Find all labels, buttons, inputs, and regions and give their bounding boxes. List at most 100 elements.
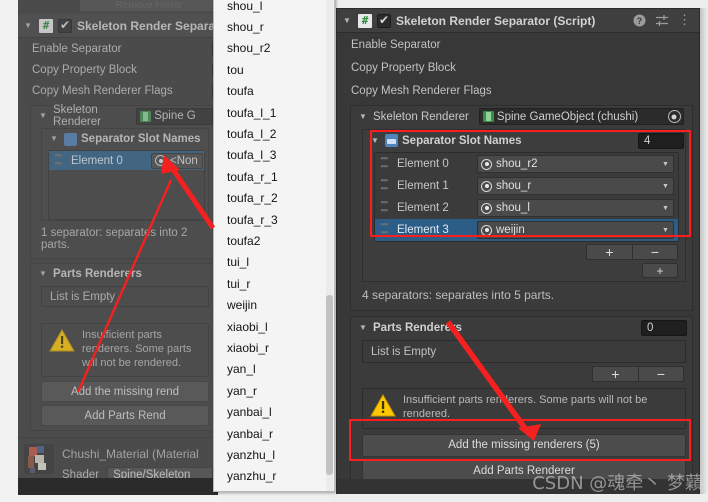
- element-value-popup[interactable]: shou_r2 ▼: [477, 155, 674, 173]
- dropdown-item[interactable]: yanbai_l: [214, 401, 334, 422]
- inline-add-button[interactable]: +: [642, 263, 678, 278]
- dropdown-item[interactable]: tui_l: [214, 252, 334, 273]
- dropdown-item-label: shou_l: [227, 0, 263, 13]
- dropdown-item[interactable]: toufa_l_3: [214, 145, 334, 166]
- left-add-parts-renderer-button[interactable]: Add Parts Rend: [41, 405, 209, 427]
- chevron-down-icon[interactable]: ▼: [661, 161, 670, 168]
- dropdown-item[interactable]: yanzhu_r: [214, 466, 334, 487]
- foldout-arrow-icon[interactable]: ▼: [357, 324, 369, 332]
- parts-add-remove-bar: + −: [351, 363, 692, 385]
- left-prop-copy-property-block[interactable]: Copy Property Block: [18, 59, 218, 80]
- foldout-arrow-icon[interactable]: ▼: [37, 112, 49, 120]
- element-value: <Non: [170, 154, 198, 167]
- table-row[interactable]: ━ ━ Element 2 shou_l ▼: [375, 197, 678, 219]
- prop-copy-mesh-renderer-flags[interactable]: Copy Mesh Renderer Flags: [337, 79, 699, 102]
- foldout-arrow-icon[interactable]: ▼: [357, 112, 369, 121]
- drag-handle-icon[interactable]: ━ ━: [381, 198, 391, 217]
- left-component-header[interactable]: ▼ # Skeleton Render Separator: [18, 14, 218, 38]
- dropdown-item[interactable]: shou_l: [214, 0, 334, 16]
- foldout-arrow-icon[interactable]: ▼: [48, 135, 60, 143]
- dropdown-item[interactable]: xiaobi_r: [214, 337, 334, 358]
- add-missing-renderers-button[interactable]: Add the missing renderers (5): [362, 433, 686, 457]
- dropdown-item[interactable]: toufa_l_2: [214, 123, 334, 144]
- add-slot-button[interactable]: +: [586, 244, 632, 260]
- right-panel-shadow: [700, 8, 708, 494]
- dropdown-item[interactable]: yan_r: [214, 380, 334, 401]
- prop-copy-property-block[interactable]: Copy Property Block: [337, 56, 699, 79]
- dropdown-item[interactable]: toufa_r_1: [214, 166, 334, 187]
- component-enabled-checkbox[interactable]: [377, 13, 391, 28]
- left-skeleton-renderer-box: ▼ Skeleton Renderer Spine G ▼ Separator …: [30, 104, 214, 259]
- dropdown-item-label: yanbai_r: [227, 426, 274, 441]
- element-value-popup[interactable]: shou_l ▼: [477, 199, 674, 217]
- slot-name-dropdown[interactable]: shou_l shou_r shou_r2 tou toufa toufa_l_1 touf…: [213, 0, 335, 492]
- separator-slot-names-header[interactable]: ▼ Separator Slot Names 4: [363, 130, 685, 151]
- dropdown-item[interactable]: weijin: [214, 294, 334, 315]
- dropdown-item[interactable]: toufa: [214, 81, 334, 102]
- dropdown-item[interactable]: toufa_l_1: [214, 102, 334, 123]
- remove-parts-row-button[interactable]: −: [638, 366, 684, 382]
- separator-slot-count-field[interactable]: 4: [638, 132, 684, 149]
- left-prop-copy-mesh-renderer-flags[interactable]: Copy Mesh Renderer Flags: [18, 80, 218, 101]
- dropdown-item[interactable]: toufa_r_3: [214, 209, 334, 230]
- dropdown-item[interactable]: yanzhu_l: [214, 444, 334, 465]
- left-add-missing-renderers-button[interactable]: Add the missing rend: [41, 381, 209, 403]
- kebab-menu-icon[interactable]: ⋮: [678, 13, 691, 27]
- separator-slot-rows: ━ ━ Element 0 shou_r2 ▼ ━ ━ Element 1 shou_r ▼ ━ ━ E…: [375, 153, 678, 241]
- left-separator-slot-names-header[interactable]: ▼ Separator Slot Names: [42, 129, 208, 149]
- chevron-down-icon[interactable]: ▼: [661, 205, 670, 212]
- dropdown-scrollbar-thumb[interactable]: [326, 295, 333, 475]
- drag-handle-icon[interactable]: ━ ━: [55, 150, 65, 169]
- help-icon[interactable]: ?: [633, 14, 646, 27]
- separator-slot-names-label: Separator Slot Names: [402, 134, 522, 147]
- dropdown-item[interactable]: shou_r2: [214, 38, 334, 59]
- dropdown-item[interactable]: tou: [214, 59, 334, 80]
- dropdown-item[interactable]: yanbai_r: [214, 423, 334, 444]
- remove-slot-button[interactable]: −: [632, 244, 678, 260]
- dropdown-item-list[interactable]: shou_l shou_r shou_r2 tou toufa toufa_l_1 touf…: [214, 0, 334, 492]
- dropdown-item[interactable]: toufa2: [214, 230, 334, 251]
- left-warning-text: Insufficient parts renderers. Some parts…: [82, 329, 192, 369]
- component-enabled-checkbox[interactable]: [58, 18, 72, 33]
- parts-renderers-header[interactable]: ▼ Parts Renderers 0: [351, 317, 692, 339]
- skeleton-renderer-header[interactable]: ▼ Skeleton Renderer Spine GameObject (ch…: [351, 106, 692, 127]
- preset-icon[interactable]: [655, 14, 669, 27]
- table-row[interactable]: ━ ━ Element 0 <Non: [49, 150, 204, 170]
- dropdown-item-label: tui_r: [227, 276, 251, 291]
- drag-handle-icon[interactable]: ━ ━: [381, 176, 391, 195]
- parts-renderers-count-field[interactable]: 0: [641, 320, 687, 336]
- object-picker-icon[interactable]: [667, 110, 681, 123]
- foldout-arrow-icon[interactable]: ▼: [341, 16, 353, 25]
- foldout-arrow-icon[interactable]: ▼: [22, 21, 34, 30]
- left-separator-slot-names-box: ▼ Separator Slot Names ━ ━ Element 0 <Non: [41, 128, 209, 221]
- dropdown-item[interactable]: tui_r: [214, 273, 334, 294]
- left-parts-renderers-header[interactable]: ▼ Parts Renderers: [31, 264, 213, 284]
- right-component-header[interactable]: ▼ # Skeleton Render Separator (Script) ?…: [337, 9, 699, 33]
- table-row[interactable]: ━ ━ Element 0 shou_r2 ▼: [375, 153, 678, 175]
- dropdown-item[interactable]: toufa_r_2: [214, 188, 334, 209]
- element-value-popup[interactable]: shou_r ▼: [477, 177, 674, 195]
- drag-handle-icon[interactable]: ━ ━: [381, 220, 391, 239]
- table-row[interactable]: ━ ━ Element 1 shou_r ▼: [375, 175, 678, 197]
- remove-hierarchy-menu-item[interactable]: Remove Hierar: [80, 0, 218, 12]
- right-inspector-panel: ▼ # Skeleton Render Separator (Script) ?…: [336, 8, 700, 494]
- element-value-popup[interactable]: <Non: [151, 152, 203, 169]
- dropdown-item[interactable]: xiaobi_l: [214, 316, 334, 337]
- table-row[interactable]: ━ ━ Element 3 weijin ▼: [375, 219, 678, 241]
- skeleton-renderer-object-field[interactable]: Spine GameObject (chushi): [478, 108, 684, 125]
- drag-handle-icon[interactable]: ━ ━: [381, 154, 391, 173]
- left-prop-enable-separator[interactable]: Enable Separator: [18, 38, 218, 59]
- element-value-popup[interactable]: weijin ▼: [477, 221, 674, 239]
- foldout-arrow-icon[interactable]: ▼: [37, 270, 49, 278]
- prop-enable-separator[interactable]: Enable Separator: [337, 33, 699, 56]
- chevron-down-icon[interactable]: ▼: [661, 183, 670, 190]
- radio-icon: [481, 224, 492, 236]
- left-skeleton-renderer-header[interactable]: ▼ Skeleton Renderer Spine G: [31, 104, 213, 128]
- foldout-arrow-icon[interactable]: ▼: [369, 136, 381, 145]
- chevron-down-icon[interactable]: ▼: [661, 227, 670, 234]
- dropdown-item[interactable]: shou_r: [214, 16, 334, 37]
- left-skeleton-renderer-object-field[interactable]: Spine G: [136, 107, 213, 125]
- dropdown-item[interactable]: yan_l: [214, 359, 334, 380]
- dropdown-item[interactable]: ying: [214, 487, 334, 492]
- add-parts-row-button[interactable]: +: [592, 366, 638, 382]
